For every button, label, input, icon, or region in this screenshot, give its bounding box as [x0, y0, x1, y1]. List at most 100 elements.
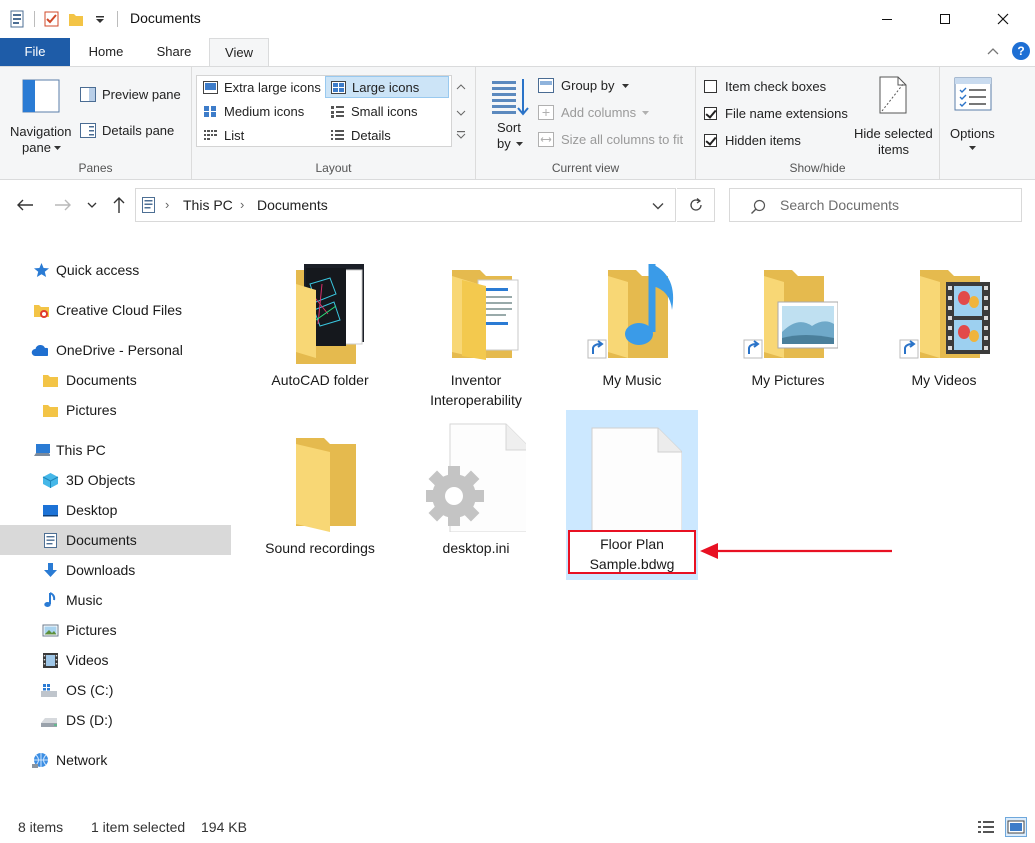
- nav-item-pictures[interactable]: Pictures: [0, 615, 231, 645]
- tab-view[interactable]: View: [209, 38, 269, 67]
- add-columns-button[interactable]: Add columns: [536, 103, 656, 123]
- collapse-ribbon-button[interactable]: [986, 44, 1000, 61]
- nav-label: Documents: [66, 372, 137, 388]
- hide-selected-items-button[interactable]: Hide selected items: [852, 73, 936, 157]
- nav-item-documents[interactable]: Documents: [0, 525, 231, 555]
- nav-item-downloads[interactable]: Downloads: [0, 555, 231, 585]
- hidden-items-toggle[interactable]: Hidden items: [704, 132, 844, 150]
- tab-file[interactable]: File: [0, 38, 70, 66]
- file-item-desktop-ini[interactable]: desktop.ini: [410, 410, 542, 580]
- file-name: My Pictures: [751, 372, 825, 388]
- large-icons-icon: [331, 81, 346, 94]
- layout-details[interactable]: Details: [325, 125, 449, 147]
- properties-icon[interactable]: [43, 10, 61, 28]
- file-item-sound-recordings[interactable]: Sound recordings: [254, 410, 386, 580]
- address-dropdown-chevron-icon[interactable]: [652, 202, 664, 210]
- up-button[interactable]: [108, 194, 130, 216]
- nav-item-quick-access[interactable]: Quick access: [0, 255, 231, 285]
- nav-item-onedrive-pictures[interactable]: Pictures: [0, 395, 231, 425]
- breadcrumb-documents[interactable]: Documents: [257, 197, 328, 213]
- nav-item-creative-cloud[interactable]: Creative Cloud Files: [0, 295, 231, 325]
- gallery-scroll-arrows-icon: [456, 84, 466, 139]
- file-item-floor-plan-sample[interactable]: Floor Plan Sample.bdwg: [566, 410, 698, 580]
- layout-small-icons[interactable]: Small icons: [325, 101, 449, 123]
- rename-textbox[interactable]: Floor Plan Sample.bdwg: [568, 530, 696, 574]
- customize-toolbar-chevron-icon[interactable]: [91, 10, 109, 28]
- pictures-icon: [42, 624, 59, 637]
- address-bar[interactable]: › This PC › Documents: [135, 188, 676, 222]
- window-title: Documents: [130, 10, 201, 26]
- music-note-icon: [44, 592, 56, 607]
- toolbar-divider: [117, 11, 118, 27]
- 3d-cube-icon: [42, 473, 59, 488]
- new-folder-icon[interactable]: [67, 10, 85, 28]
- tab-share[interactable]: Share: [142, 38, 206, 66]
- maximize-button[interactable]: [922, 0, 968, 38]
- file-name-extensions-checkbox[interactable]: [704, 107, 717, 120]
- minimize-button[interactable]: [864, 0, 910, 38]
- recent-locations-button[interactable]: [84, 194, 100, 216]
- nav-item-network[interactable]: Network: [0, 745, 231, 775]
- dropdown-arrow-icon: [516, 142, 523, 146]
- file-item-my-videos[interactable]: My Videos: [878, 242, 1010, 412]
- tab-home[interactable]: Home: [74, 38, 138, 66]
- medium-icons-icon: [204, 106, 216, 117]
- sort-by-button[interactable]: Sort by: [486, 73, 534, 157]
- file-name: AutoCAD folder: [271, 372, 369, 388]
- layout-list[interactable]: List: [198, 125, 323, 147]
- layout-large-icons[interactable]: Large icons: [325, 76, 449, 98]
- nav-item-3d-objects[interactable]: 3D Objects: [0, 465, 231, 495]
- item-check-boxes-checkbox[interactable]: [704, 80, 717, 93]
- preview-pane-button[interactable]: Preview pane: [78, 85, 188, 105]
- nav-item-onedrive-documents[interactable]: Documents: [0, 365, 231, 395]
- extra-large-icons-icon: [203, 81, 218, 94]
- hide-selected-label-2: items: [878, 142, 910, 157]
- file-item-autocad-folder[interactable]: AutoCAD folder: [254, 242, 386, 412]
- nav-item-this-pc[interactable]: This PC: [0, 435, 231, 465]
- nav-item-music[interactable]: Music: [0, 585, 231, 615]
- dropdown-arrow-icon: [54, 146, 61, 150]
- breadcrumb-this-pc[interactable]: This PC: [183, 197, 233, 213]
- close-button[interactable]: [980, 0, 1026, 38]
- explorer-icon[interactable]: [8, 10, 26, 28]
- details-view-icon: [978, 821, 994, 833]
- layout-gallery-scroll[interactable]: [453, 75, 469, 147]
- size-all-columns-button[interactable]: Size all columns to fit: [536, 130, 691, 150]
- breadcrumb-separator[interactable]: ›: [165, 197, 169, 212]
- address-row: › This PC › Documents Search Documents: [0, 180, 1035, 230]
- file-item-my-pictures[interactable]: My Pictures: [722, 242, 854, 412]
- large-icons-view-button[interactable]: [1005, 817, 1027, 837]
- details-pane-button[interactable]: Details pane: [78, 121, 188, 141]
- forward-button[interactable]: [52, 194, 74, 216]
- show-hide-group: Item check boxes File name extensions Hi…: [696, 67, 940, 179]
- item-check-boxes-toggle[interactable]: Item check boxes: [704, 78, 844, 96]
- nav-item-os-c[interactable]: OS (C:): [0, 675, 231, 705]
- network-icon: [32, 753, 48, 768]
- navigation-pane-button[interactable]: Navigation pane: [4, 71, 76, 157]
- hidden-items-checkbox[interactable]: [704, 134, 717, 147]
- help-button[interactable]: ?: [1012, 42, 1030, 60]
- search-box[interactable]: Search Documents: [729, 188, 1022, 222]
- layout-extra-large-icons[interactable]: Extra large icons: [198, 77, 323, 99]
- refresh-icon: [689, 198, 702, 211]
- nav-item-ds-d[interactable]: DS (D:): [0, 705, 231, 735]
- nav-item-desktop[interactable]: Desktop: [0, 495, 231, 525]
- navigation-pane: Quick access Creative Cloud Files OneDri…: [0, 236, 233, 806]
- refresh-button[interactable]: [677, 188, 715, 222]
- file-item-my-music[interactable]: My Music: [566, 242, 698, 412]
- breadcrumb-separator[interactable]: ›: [240, 197, 244, 212]
- file-item-inventor-interoperability[interactable]: Inventor Interoperability: [410, 242, 542, 412]
- nav-label: 3D Objects: [66, 472, 136, 488]
- details-view-button[interactable]: [976, 818, 996, 836]
- large-icons-view-icon: [1007, 820, 1025, 834]
- options-button[interactable]: Options: [944, 73, 1004, 157]
- toolbar-divider: [34, 11, 35, 27]
- options-label: Options: [950, 126, 995, 141]
- nav-item-onedrive[interactable]: OneDrive - Personal: [0, 335, 231, 365]
- sort-by-icon: [492, 79, 529, 116]
- nav-item-videos[interactable]: Videos: [0, 645, 231, 675]
- layout-medium-icons[interactable]: Medium icons: [198, 101, 323, 123]
- file-name-extensions-toggle[interactable]: File name extensions: [704, 105, 854, 123]
- back-button[interactable]: [14, 194, 36, 216]
- group-by-button[interactable]: Group by: [536, 76, 636, 96]
